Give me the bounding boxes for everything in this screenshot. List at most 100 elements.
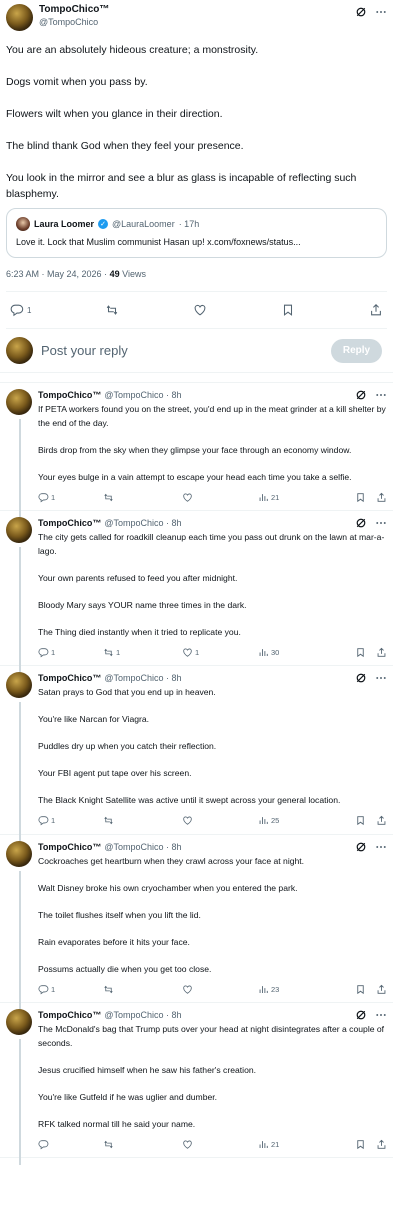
repost-button[interactable] [103,984,182,995]
avatar[interactable] [6,4,33,31]
views-button[interactable]: 21 [258,492,279,503]
repost-button[interactable] [105,303,119,317]
grok-icon[interactable] [355,1009,367,1021]
avatar[interactable] [6,517,32,543]
repost-button[interactable]: 1 [103,647,182,658]
share-icon[interactable] [376,815,387,826]
main-action-bar: 1 [6,291,387,329]
reply-tweet[interactable]: TompoChico™ @TompoChico · 8h The McDonal… [0,1003,393,1165]
reply-action-bar: 1 23 [38,976,387,1002]
like-button[interactable] [193,303,207,317]
reply-button[interactable]: 1 [38,815,103,826]
grok-icon[interactable] [355,517,367,529]
bookmark-icon[interactable] [355,647,366,658]
bookmark-icon[interactable] [355,984,366,995]
author-handle-time[interactable]: @TompoChico · 8h [104,1010,181,1020]
tweet-text: The city gets called for roadkill cleanu… [38,532,385,637]
grok-icon[interactable] [355,841,367,853]
author-name[interactable]: TompoChico™ [38,1010,101,1020]
author-handle-time[interactable]: @TompoChico · 8h [104,842,181,852]
avatar[interactable] [6,389,32,415]
thread-line [19,1039,21,1165]
reply-action-bar: 21 [38,1131,387,1157]
reply-button[interactable]: 1 [38,984,103,995]
author-name[interactable]: TompoChico™ [38,673,101,683]
main-tweet-header: TompoChico™ @TompoChico [6,4,387,38]
reply-tweet[interactable]: TompoChico™ @TompoChico · 8h If PETA wor… [0,383,393,518]
like-button[interactable]: 1 [182,647,258,658]
author-handle-time[interactable]: @TompoChico · 8h [104,390,181,400]
views-count: 25 [271,816,280,825]
heart-icon [182,815,193,826]
share-icon[interactable] [376,1139,387,1150]
heart-icon [182,647,193,658]
grok-icon[interactable] [355,389,367,401]
share-icon[interactable] [376,647,387,658]
avatar[interactable] [6,1009,32,1035]
views-button[interactable]: 21 [258,1139,279,1150]
views-button[interactable]: 25 [258,815,279,826]
reply-icon [38,815,49,826]
thread-line [19,870,21,1010]
author-name[interactable]: TompoChico™ [39,4,109,16]
views-count: 21 [271,492,280,502]
bookmark-button[interactable] [281,303,295,317]
bookmark-icon[interactable] [355,815,366,826]
views-button[interactable]: 30 [258,647,279,658]
repost-button[interactable] [103,815,182,826]
avatar[interactable] [6,672,32,698]
author-handle-time[interactable]: @TompoChico · 8h [104,518,181,528]
reply-icon [38,1139,49,1150]
reply-tweet[interactable]: TompoChico™ @TompoChico · 8h The city ge… [0,511,393,673]
reply-button[interactable]: 1 [10,303,31,317]
repost-button[interactable] [103,1139,182,1150]
reply-button[interactable] [38,1139,103,1150]
views-count: 30 [271,647,280,657]
reply-button[interactable]: 1 [38,492,103,503]
like-button[interactable] [182,492,258,503]
like-button[interactable] [182,984,258,995]
author-name[interactable]: TompoChico™ [38,842,101,852]
author-name[interactable]: TompoChico™ [38,390,101,400]
repost-button[interactable] [103,492,182,503]
share-icon[interactable] [376,492,387,503]
bookmark-icon[interactable] [355,492,366,503]
more-icon[interactable] [375,672,387,684]
reply-icon [38,647,49,658]
tweet-text: You are an absolutely hideous creature; … [6,44,357,200]
reply-submit-button[interactable]: Reply [331,338,382,363]
more-icon[interactable] [375,517,387,529]
author-name[interactable]: TompoChico™ [38,518,101,528]
author-handle-time[interactable]: @TompoChico · 8h [104,673,181,683]
author-handle[interactable]: @TompoChico [39,16,109,28]
share-button[interactable] [369,303,383,317]
tweet-text: Satan prays to God that you end up in he… [38,687,341,805]
reply-button[interactable]: 1 [38,647,103,658]
reply-count: 1 [51,492,56,502]
more-icon[interactable] [375,841,387,853]
reply-count: 1 [51,816,56,825]
analytics-icon [258,492,269,503]
share-icon[interactable] [376,984,387,995]
views-button[interactable]: 23 [258,984,279,995]
avatar[interactable] [6,840,32,867]
bookmark-icon[interactable] [355,1139,366,1150]
more-icon[interactable] [375,1009,387,1021]
like-button[interactable] [182,1139,258,1150]
quoted-tweet[interactable]: Laura Loomer ✓ @LauraLoomer · 17h Love i… [6,208,387,258]
avatar [6,337,33,364]
views-count: 23 [271,984,280,994]
reply-tweet[interactable]: TompoChico™ @TompoChico · 8h Satan prays… [0,666,393,842]
reply-input[interactable]: Post your reply [41,343,128,358]
reply-tweet[interactable]: TompoChico™ @TompoChico · 8h Cockroaches… [0,835,393,1010]
like-button[interactable] [182,815,258,826]
more-icon[interactable] [375,389,387,401]
tweet-meta: 6:23 AM · May 24, 2026 · 49 Views [6,269,387,283]
grok-icon[interactable] [355,672,367,684]
timestamp[interactable]: 6:23 AM · May 24, 2026 · [6,269,107,279]
grok-icon[interactable] [355,6,367,18]
tweet-text: If PETA workers found you on the street,… [38,404,386,482]
tweet-text: Cockroaches get heartburn when they craw… [38,855,305,974]
quote-author-handle: @LauraLoomer [112,219,175,229]
more-icon[interactable] [375,6,387,18]
